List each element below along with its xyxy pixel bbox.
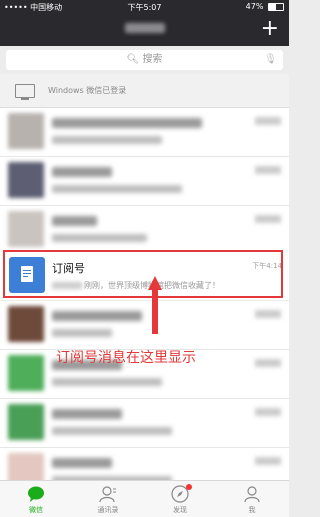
avatar [8,355,44,391]
battery-percent: 47% [245,2,264,11]
chat-bubble-icon [28,486,44,502]
avatar [8,404,44,440]
battery-indicator: 47% [246,2,284,11]
monitor-icon [15,84,35,100]
chat-row[interactable] [0,399,289,448]
search-bar: 🔍︎ 搜索 🎙︎ [0,46,289,74]
tab-bar: 微信 通讯录 发现 我 [0,480,289,517]
subscription-title: 订阅号 [52,262,85,275]
chat-list [0,108,289,255]
subscription-message: 刚刚，世界顶级博物馆把微信收藏了！ [52,280,220,291]
battery-icon [268,2,284,11]
tab-contacts[interactable]: 通讯录 [72,481,144,517]
chat-row[interactable] [0,108,289,157]
search-input[interactable]: 🔍︎ 搜索 🎙︎ [6,50,283,70]
search-placeholder: 搜索 [142,54,163,65]
avatar [8,162,44,198]
chat-row[interactable] [0,206,289,255]
subscription-time: 下午4:14 [252,262,282,270]
pc-notice-text: Windows 微信已登录 [48,86,127,95]
avatar [8,211,44,247]
arrow-icon [148,276,162,334]
tab-label: 我 [248,506,256,514]
tab-chats[interactable]: 微信 [0,481,72,517]
page-title [0,23,289,36]
chat-list-lower [0,301,289,497]
tab-label: 发现 [173,506,187,514]
chat-row[interactable] [0,301,289,350]
tab-discover[interactable]: 发现 [144,481,216,517]
plus-icon[interactable]: + [261,18,279,40]
tab-me[interactable]: 我 [216,481,288,517]
person-icon [244,486,260,503]
avatar [8,306,44,342]
subscription-icon [9,257,45,293]
notification-dot [186,484,192,490]
subscription-row[interactable]: 订阅号 下午4:14 刚刚，世界顶级博物馆把微信收藏了！ [0,252,289,300]
avatar [8,113,44,149]
search-icon: 🔍︎ [126,54,140,65]
annotation-label: 订阅号消息在这里显示 [56,350,196,366]
status-bar: ••••• 中国移动 下午5:07 47% [0,0,289,14]
chat-row[interactable] [0,157,289,206]
navigation-bar: + [0,14,289,46]
contacts-icon [99,486,116,503]
tab-label: 微信 [29,506,43,514]
tab-label: 通讯录 [97,506,119,514]
mic-icon[interactable]: 🎙︎ [264,50,277,70]
pc-login-notice[interactable]: Windows 微信已登录 [0,74,289,108]
